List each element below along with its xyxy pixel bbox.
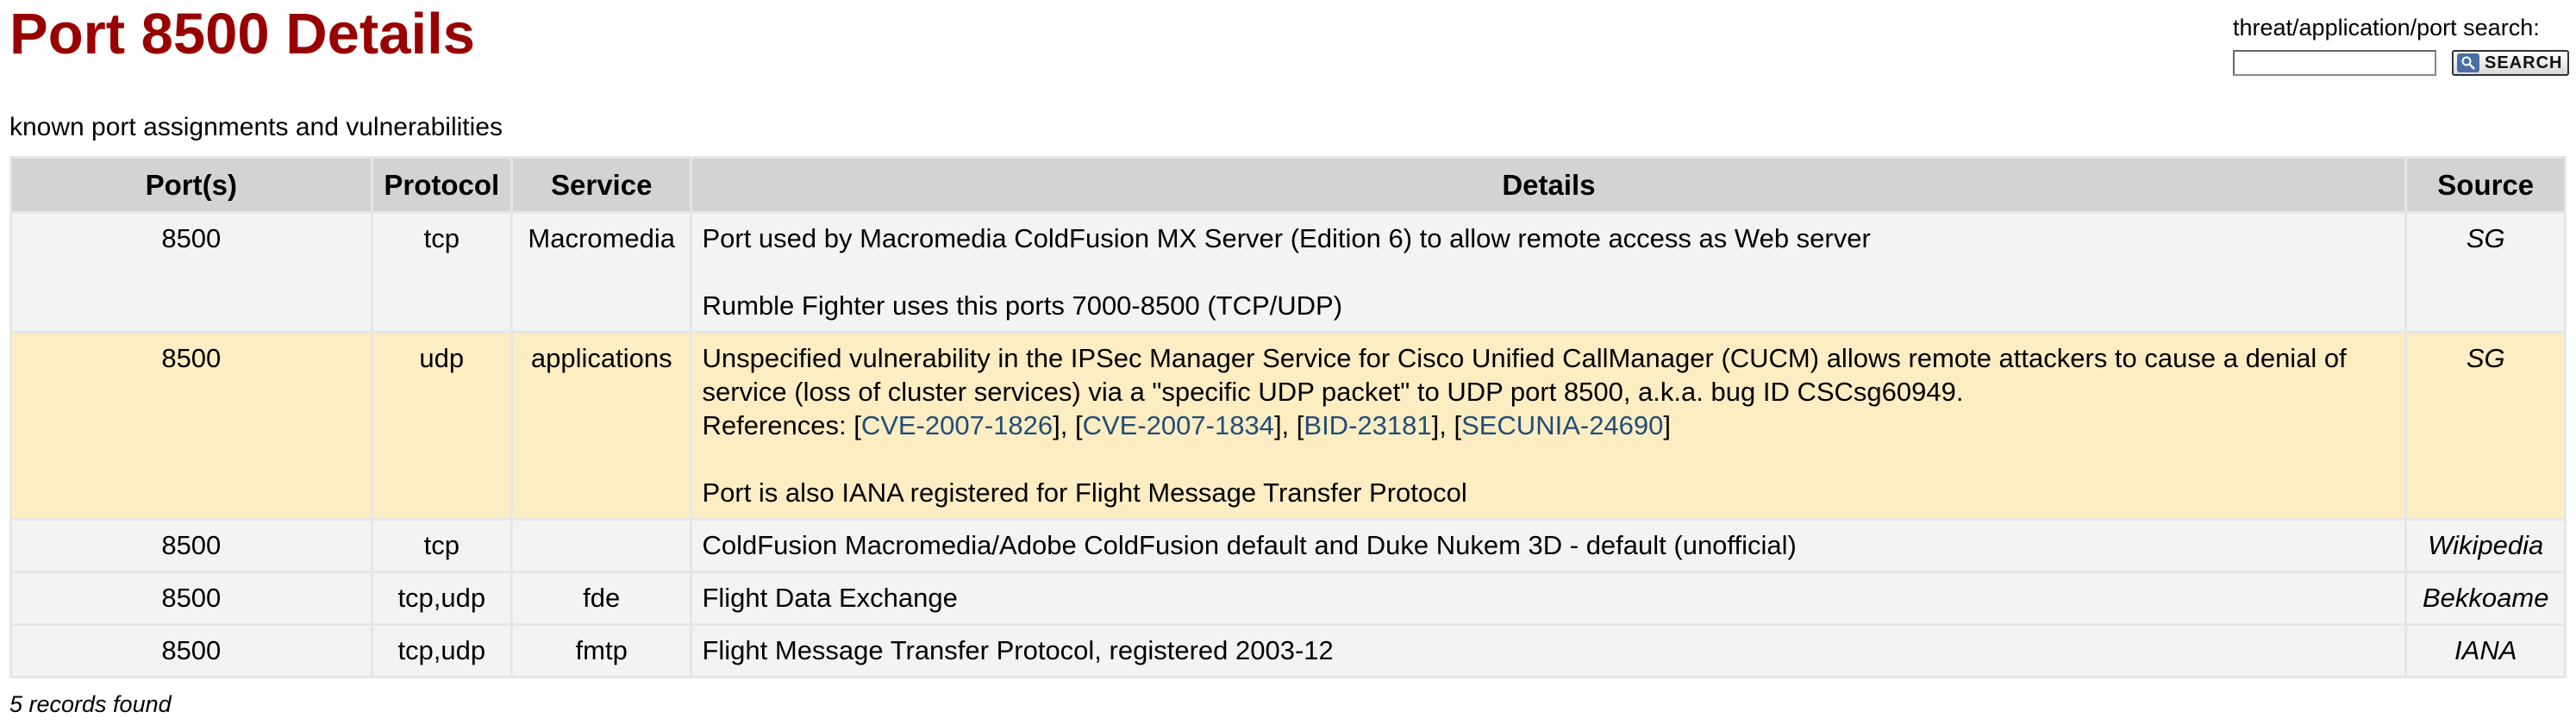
protocol-cell: tcp bbox=[372, 521, 510, 571]
service-cell: fmtp bbox=[512, 626, 691, 676]
port-cell: 8500 bbox=[12, 521, 371, 571]
column-header-protocol: Protocol bbox=[372, 159, 510, 211]
column-header-details: Details bbox=[692, 159, 2405, 211]
protocol-cell: tcp,udp bbox=[372, 573, 510, 623]
source-cell: IANA bbox=[2407, 626, 2564, 676]
source-cell: SG bbox=[2407, 334, 2564, 518]
port-assignments-table: Port(s) Protocol Service Details Source … bbox=[9, 156, 2567, 678]
column-header-ports: Port(s) bbox=[12, 159, 371, 211]
source-cell: SG bbox=[2407, 214, 2564, 331]
search-label: threat/application/port search: bbox=[2233, 15, 2540, 41]
table-row: 8500 tcp ColdFusion Macromedia/Adobe Col… bbox=[12, 521, 2564, 571]
reference-link-secunia-24690[interactable]: SECUNIA-24690 bbox=[1461, 410, 1663, 440]
search-input[interactable] bbox=[2233, 50, 2436, 76]
details-cell: Flight Data Exchange bbox=[692, 573, 2405, 623]
details-text: Port used by Macromedia ColdFusion MX Se… bbox=[702, 223, 1871, 253]
port-cell: 8500 bbox=[12, 626, 371, 676]
search-row: SEARCH bbox=[2233, 48, 2569, 78]
service-cell: fde bbox=[512, 573, 691, 623]
column-header-source: Source bbox=[2407, 159, 2564, 211]
source-cell: Wikipedia bbox=[2407, 521, 2564, 571]
table-row: 8500 tcp,udp fmtp Flight Message Transfe… bbox=[12, 626, 2564, 676]
records-count: 5 records found bbox=[9, 691, 172, 717]
protocol-cell: tcp bbox=[372, 214, 510, 331]
details-cell: Port used by Macromedia ColdFusion MX Se… bbox=[692, 214, 2405, 331]
search-button-label: SEARCH bbox=[2485, 53, 2563, 72]
table-row: 8500 tcp,udp fde Flight Data Exchange Be… bbox=[12, 573, 2564, 623]
references-label: References: [ bbox=[702, 410, 861, 440]
search-box: threat/application/port search: SEARCH bbox=[2233, 14, 2569, 78]
search-button[interactable]: SEARCH bbox=[2452, 50, 2569, 76]
port-cell: 8500 bbox=[12, 214, 371, 331]
search-icon bbox=[2457, 53, 2479, 72]
reference-link-cve-2007-1826[interactable]: CVE-2007-1826 bbox=[861, 410, 1053, 440]
table-header-row: Port(s) Protocol Service Details Source bbox=[12, 159, 2564, 211]
reference-link-bid-23181[interactable]: BID-23181 bbox=[1304, 410, 1431, 440]
protocol-cell: tcp,udp bbox=[372, 626, 510, 676]
references-line: References: [CVE-2007-1826], [CVE-2007-1… bbox=[702, 410, 1672, 440]
table-row: 8500 tcp Macromedia Port used by Macrome… bbox=[12, 214, 2564, 331]
details-cell: ColdFusion Macromedia/Adobe ColdFusion d… bbox=[692, 521, 2405, 571]
service-cell: Macromedia bbox=[512, 214, 691, 331]
service-cell: applications bbox=[512, 334, 691, 518]
details-cell: Unspecified vulnerability in the IPSec M… bbox=[692, 334, 2405, 518]
reference-link-cve-2007-1834[interactable]: CVE-2007-1834 bbox=[1083, 410, 1274, 440]
protocol-cell: udp bbox=[372, 334, 510, 518]
details-cell: Flight Message Transfer Protocol, regist… bbox=[692, 626, 2405, 676]
page-title: Port 8500 Details bbox=[9, 2, 475, 66]
service-cell bbox=[512, 521, 691, 571]
port-cell: 8500 bbox=[12, 334, 371, 518]
details-text: Unspecified vulnerability in the IPSec M… bbox=[702, 343, 2347, 407]
page-subtitle: known port assignments and vulnerabiliti… bbox=[9, 113, 503, 141]
details-text: Rumble Fighter uses this ports 7000-8500… bbox=[702, 290, 1343, 321]
column-header-service: Service bbox=[512, 159, 691, 211]
source-cell: Bekkoame bbox=[2407, 573, 2564, 623]
details-text: Port is also IANA registered for Flight … bbox=[702, 477, 1467, 508]
port-cell: 8500 bbox=[12, 573, 371, 623]
table-row: 8500 udp applications Unspecified vulner… bbox=[12, 334, 2564, 518]
